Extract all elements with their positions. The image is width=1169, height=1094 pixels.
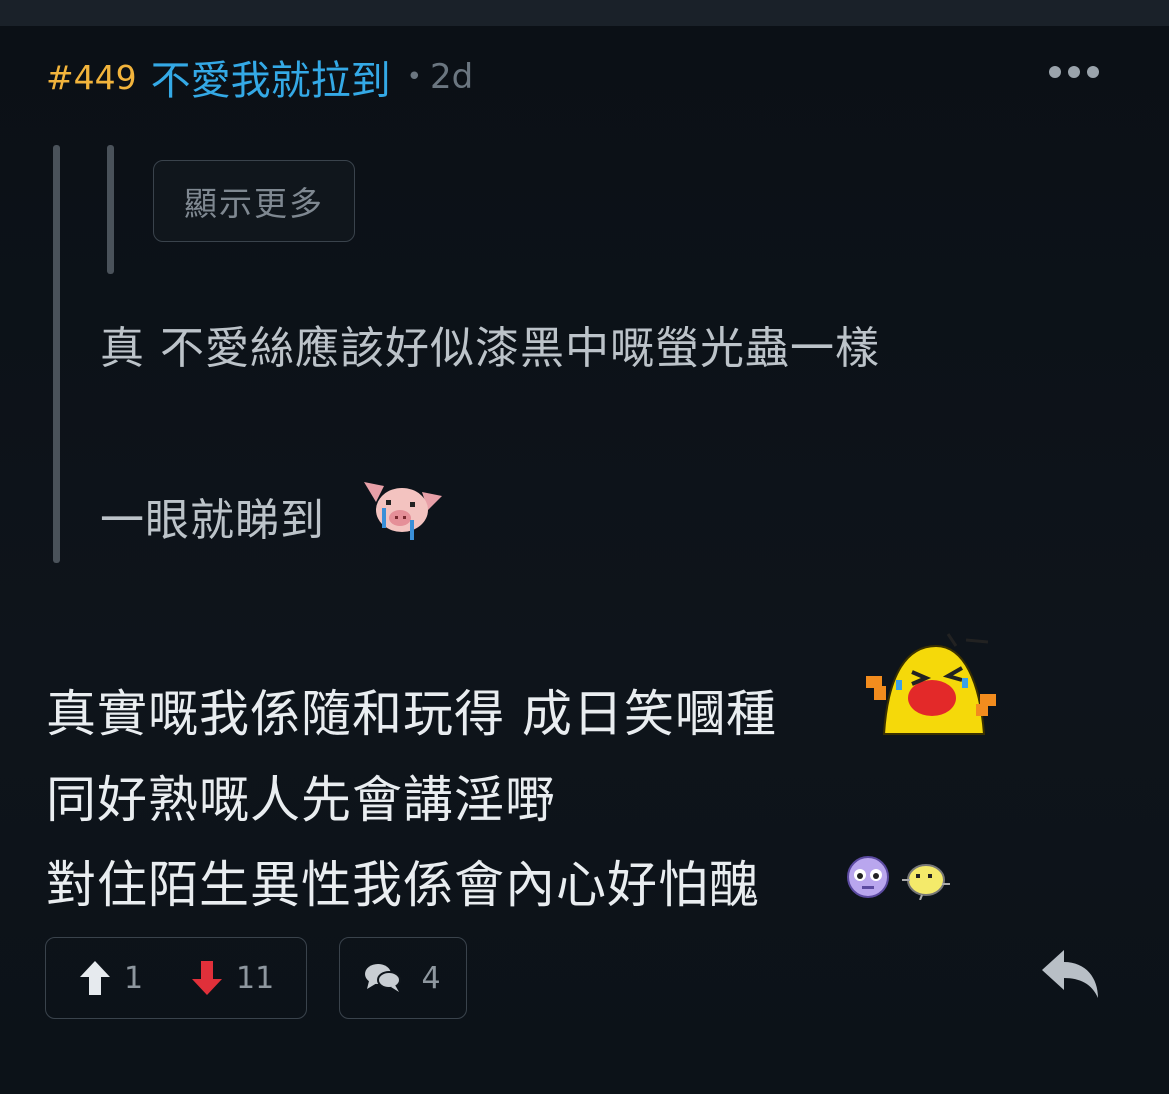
speech-bubbles-icon [365, 964, 402, 992]
show-more-button[interactable]: 顯示更多 [153, 160, 355, 242]
reply-arrow-icon [1042, 950, 1098, 998]
more-options-button[interactable] [1040, 54, 1108, 90]
replies-button[interactable]: 4 [339, 937, 467, 1019]
floor-number: #449 [46, 57, 137, 97]
arrow-down-icon [192, 961, 222, 995]
more-dots-icon [1049, 66, 1061, 78]
post-header: #449 不愛我就拉到 • 2d [46, 52, 474, 104]
body-line-2: 同好熟嘅人先會講淫嘢 [46, 771, 556, 829]
vote-box: 1 11 [45, 937, 307, 1019]
upvote-count: 1 [124, 960, 144, 996]
downvote-button[interactable]: 11 [192, 958, 274, 998]
upvote-button[interactable]: 1 [80, 958, 143, 998]
quote-line-2: 一眼就睇到 [100, 495, 325, 546]
pig-crying-emoji [364, 482, 442, 540]
arrow-up-icon [80, 961, 110, 995]
reply-count: 4 [421, 960, 441, 996]
quote-bar-outer [53, 145, 60, 563]
laughing-emoji [866, 633, 996, 735]
downvote-count: 11 [236, 960, 275, 996]
username-link[interactable]: 不愛我就拉到 [151, 48, 391, 106]
post-time: 2d [429, 57, 474, 97]
top-divider [0, 0, 1169, 26]
reply-button[interactable] [1040, 948, 1102, 1000]
shy-yellow-emoji [902, 864, 950, 900]
body-line-3: 對住陌生異性我係會內心好怕醜 [46, 856, 760, 914]
body-line-1: 真實嘅我係隨和玩得 成日笑嘓種 [46, 685, 777, 743]
separator-dot: • [406, 62, 422, 92]
shy-purple-emoji [847, 856, 889, 898]
quote-bar-inner [107, 145, 114, 274]
quote-line-1: 真 不愛絲應該好似漆黑中嘅螢光蟲一樣 [100, 323, 880, 374]
